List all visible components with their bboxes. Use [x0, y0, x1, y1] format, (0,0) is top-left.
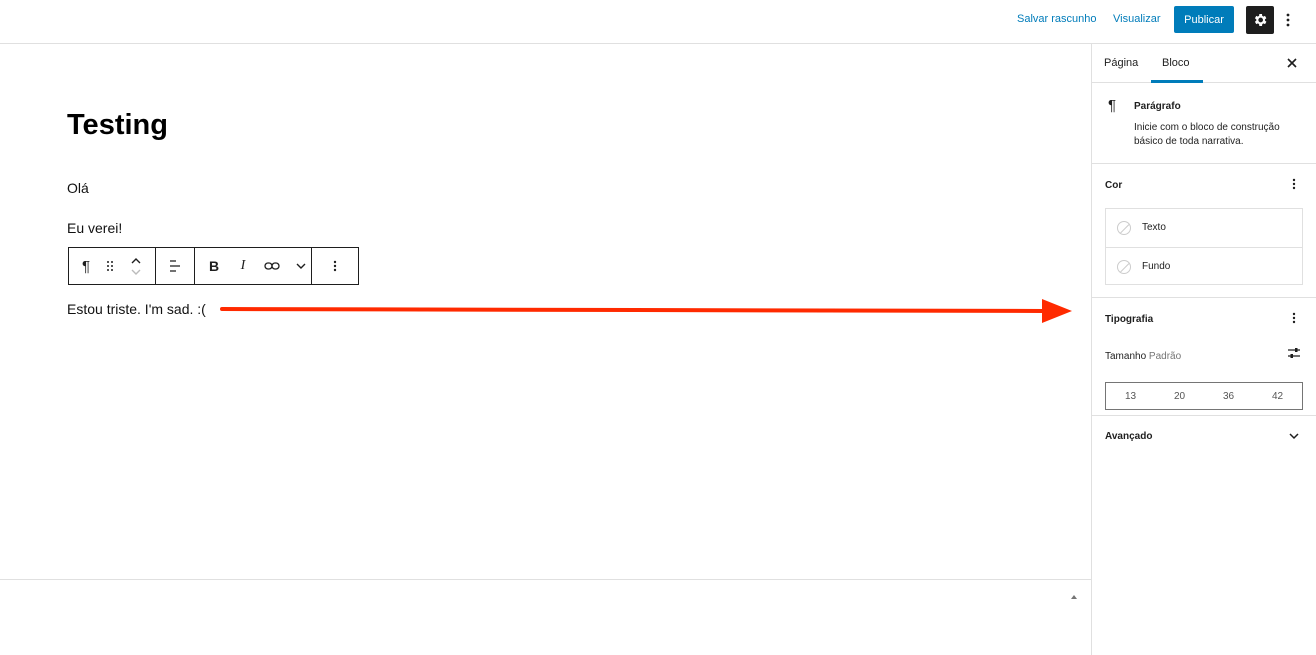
paragraph-block[interactable]: Eu verei!: [67, 220, 122, 236]
paragraph-icon[interactable]: ¶: [69, 248, 103, 284]
background-color-label: Fundo: [1142, 261, 1171, 272]
paragraph-icon: ¶: [1108, 97, 1117, 114]
more-group: [312, 248, 358, 284]
publish-button[interactable]: Publicar: [1174, 6, 1234, 33]
font-size-option[interactable]: 42: [1253, 383, 1302, 409]
annotation-arrow: [220, 299, 1072, 323]
editor-footer-divider: [0, 579, 1091, 580]
options-button[interactable]: [1280, 9, 1296, 31]
move-down-icon[interactable]: [130, 268, 142, 276]
block-card: ¶ Parágrafo Inicie com o bloco de constr…: [1092, 83, 1316, 164]
gear-icon: [1254, 14, 1267, 26]
font-size-label: Tamanho Padrão: [1105, 351, 1181, 362]
empty-color-swatch-icon: [1117, 220, 1131, 235]
align-left-icon[interactable]: [156, 248, 194, 284]
tab-pagina[interactable]: Página: [1104, 57, 1138, 69]
bold-button[interactable]: B: [195, 248, 233, 284]
empty-color-swatch-icon: [1117, 259, 1131, 274]
alignment-group: [156, 248, 195, 284]
more-options-icon[interactable]: [321, 248, 349, 284]
advanced-panel-title: Avançado: [1105, 431, 1153, 442]
move-up-icon[interactable]: [130, 257, 142, 265]
color-settings-list: Texto Fundo: [1105, 208, 1303, 285]
post-title[interactable]: Testing: [67, 109, 168, 142]
block-card-title: Parágrafo: [1134, 101, 1181, 112]
text-color-item[interactable]: Texto: [1106, 209, 1302, 246]
block-toolbar: ¶ B I: [68, 247, 359, 285]
typography-panel-title: Tipografia: [1105, 314, 1154, 325]
block-mover: [117, 248, 155, 284]
kebab-vertical-icon: [1292, 178, 1296, 190]
sidebar-tabs: Página Bloco: [1092, 44, 1316, 83]
save-draft-button[interactable]: Salvar rascunho: [1017, 13, 1097, 25]
font-size-option[interactable]: 20: [1155, 383, 1204, 409]
color-panel-title: Cor: [1105, 180, 1123, 191]
block-card-description: Inicie com o bloco de construção básico …: [1134, 122, 1280, 147]
scroll-up-icon[interactable]: [1070, 593, 1078, 601]
color-panel: Cor Texto Fundo: [1092, 164, 1316, 298]
custom-size-sliders-icon[interactable]: [1287, 346, 1301, 360]
settings-button[interactable]: [1246, 6, 1274, 34]
drag-handle-icon[interactable]: [103, 248, 117, 284]
background-color-item[interactable]: Fundo: [1106, 247, 1302, 285]
font-size-option[interactable]: 13: [1106, 383, 1155, 409]
preview-button[interactable]: Visualizar: [1113, 13, 1161, 25]
chevron-down-icon[interactable]: [1288, 431, 1300, 441]
font-size-label-text: Tamanho: [1105, 351, 1147, 362]
kebab-vertical-icon: [1286, 13, 1290, 27]
settings-sidebar: Página Bloco ¶ Parágrafo Inicie com o bl…: [1091, 44, 1316, 655]
font-size-current-value: Padrão: [1148, 351, 1182, 362]
paragraph-block-selected[interactable]: Estou triste. I'm sad. :(: [67, 301, 206, 317]
color-panel-options[interactable]: [1286, 176, 1302, 192]
font-size-picker: 13 20 36 42: [1105, 382, 1303, 410]
paragraph-block[interactable]: Olá: [67, 180, 89, 196]
tab-bloco[interactable]: Bloco: [1162, 57, 1190, 69]
advanced-panel[interactable]: Avançado: [1092, 416, 1316, 454]
link-icon[interactable]: [253, 248, 291, 284]
chevron-down-icon[interactable]: [291, 248, 311, 284]
close-icon[interactable]: [1286, 57, 1298, 69]
kebab-vertical-icon: [1292, 312, 1296, 324]
format-group: B I: [195, 248, 312, 284]
editor-header: Salvar rascunho Visualizar Publicar: [0, 0, 1316, 44]
typography-panel-options[interactable]: [1286, 310, 1302, 326]
font-size-option[interactable]: 36: [1204, 383, 1253, 409]
italic-button[interactable]: I: [233, 248, 253, 284]
text-color-label: Texto: [1142, 222, 1166, 233]
block-switcher-group: ¶: [69, 248, 156, 284]
typography-panel: Tipografia Tamanho Padrão 13 20 36 42: [1092, 298, 1316, 416]
